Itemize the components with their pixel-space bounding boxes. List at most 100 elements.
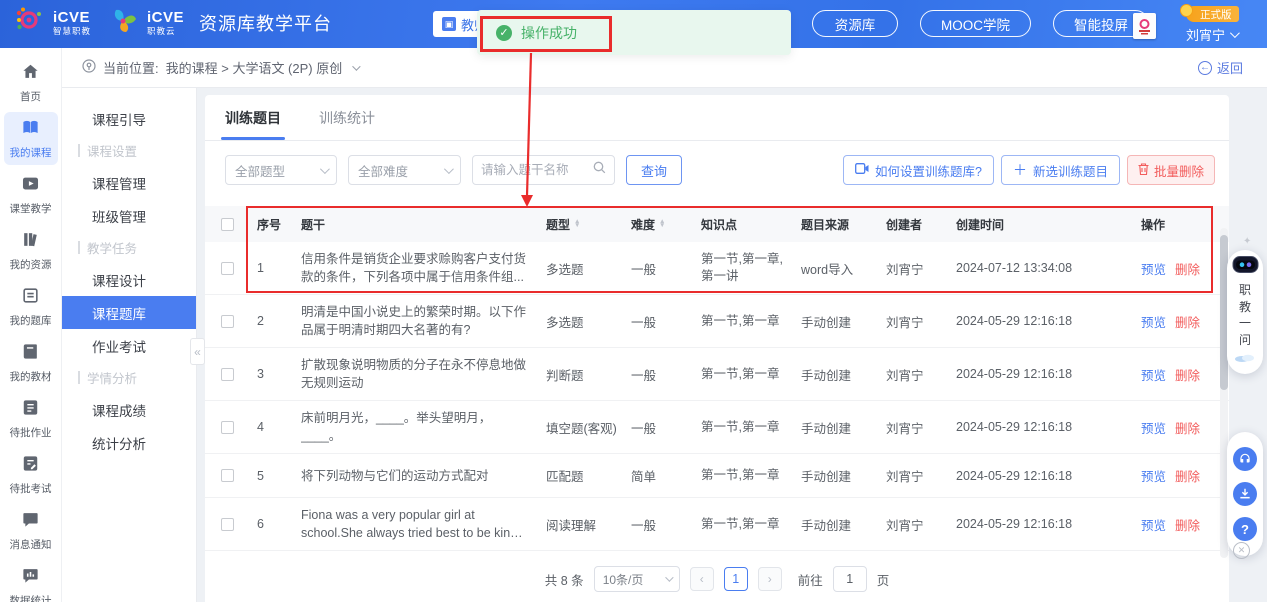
- row-number: 2: [257, 314, 301, 328]
- chevron-down-icon[interactable]: [352, 62, 360, 70]
- rail-item-home[interactable]: 首页: [4, 56, 58, 109]
- difficulty: 一般: [631, 515, 701, 534]
- download-button[interactable]: [1233, 482, 1257, 506]
- sidebar-group-learning-analysis: 学情分析: [62, 362, 196, 393]
- customer-service-button[interactable]: [1233, 447, 1257, 471]
- row-checkbox[interactable]: [221, 315, 234, 328]
- sidebar-collapse-button[interactable]: «: [190, 338, 205, 365]
- tab-training-questions[interactable]: 训练题目: [225, 108, 281, 140]
- close-widgets-icon[interactable]: ✕: [1233, 542, 1250, 559]
- customer-service-icon: [1238, 452, 1252, 466]
- sort-icon[interactable]: ▲▼: [659, 220, 665, 229]
- question-type-select[interactable]: 全部题型: [225, 155, 337, 185]
- sidebar-group-course-settings: 课程设置: [62, 135, 196, 166]
- search-icon[interactable]: [593, 161, 606, 179]
- user-menu[interactable]: 刘宵宁: [1186, 25, 1237, 44]
- sidebar-item-class-management[interactable]: 班级管理: [62, 199, 196, 232]
- table-actions: 如何设置训练题库? ＋ 新选训练题目 批量删除: [843, 155, 1215, 185]
- question-type: 填空题(客观): [546, 418, 631, 437]
- header-nav-resource-library[interactable]: 资源库: [812, 10, 898, 37]
- preview-link[interactable]: 预览: [1141, 369, 1166, 383]
- knowledge-point: 第一节,第一章: [701, 366, 801, 383]
- question-source: 手动创建: [801, 515, 886, 534]
- row-number: 6: [257, 517, 301, 531]
- delete-link[interactable]: 删除: [1175, 369, 1200, 383]
- sort-icon[interactable]: ▲▼: [574, 220, 580, 229]
- trash-icon: [1138, 163, 1149, 178]
- difficulty-select[interactable]: 全部难度: [348, 155, 461, 185]
- sidebar-item-statistical-analysis[interactable]: 统计分析: [62, 426, 196, 459]
- sidebar-item-course-design[interactable]: 课程设计: [62, 263, 196, 296]
- help-icon: ?: [1241, 522, 1249, 537]
- delete-link[interactable]: 删除: [1175, 470, 1200, 484]
- rail-item-my-courses[interactable]: 我的课程: [4, 112, 58, 165]
- question-type: 判断题: [546, 365, 631, 384]
- breadcrumb-prefix: 当前位置:: [103, 58, 159, 77]
- my-question-bank-icon: [21, 286, 40, 310]
- sidebar-item-course-question-bank[interactable]: 课程题库: [62, 296, 196, 329]
- delete-link[interactable]: 删除: [1175, 263, 1200, 277]
- sidebar-item-homework-exams[interactable]: 作业考试: [62, 329, 196, 362]
- row-checkbox[interactable]: [221, 262, 234, 275]
- preview-link[interactable]: 预览: [1141, 470, 1166, 484]
- sidebar-item-course-guide[interactable]: 课程引导: [62, 102, 196, 135]
- row-number: 3: [257, 367, 301, 381]
- tab-training-statistics[interactable]: 训练统计: [319, 108, 375, 140]
- preview-link[interactable]: 预览: [1141, 519, 1166, 533]
- assistant-widget[interactable]: 职教一问: [1227, 250, 1263, 374]
- batch-delete-button[interactable]: 批量删除: [1127, 155, 1215, 185]
- rail-item-pending-exams[interactable]: 待批考试: [4, 448, 58, 501]
- sidebar-item-course-grades[interactable]: 课程成绩: [62, 393, 196, 426]
- rail-item-data-statistics[interactable]: 数据统计: [4, 560, 58, 602]
- row-number: 1: [257, 261, 301, 275]
- rail-item-my-resources[interactable]: 我的资源: [4, 224, 58, 277]
- delete-link[interactable]: 删除: [1175, 316, 1200, 330]
- row-checkbox[interactable]: [221, 421, 234, 434]
- sidebar-item-course-management[interactable]: 课程管理: [62, 166, 196, 199]
- back-button[interactable]: ← 返回: [1198, 58, 1243, 77]
- question-stem: 明清是中国小说史上的繁荣时期。以下作品属于明清时期四大名著的有?: [301, 303, 546, 339]
- next-page-button[interactable]: ›: [758, 567, 782, 591]
- cert-doc-icon[interactable]: [1133, 13, 1156, 39]
- success-toast: ✓ 操作成功: [477, 10, 791, 55]
- stem-search-input[interactable]: [481, 163, 589, 177]
- success-check-icon: ✓: [496, 25, 512, 41]
- column-header-3: 难度▲▼: [631, 216, 701, 233]
- rail-item-classroom-teaching[interactable]: 课堂教学: [4, 168, 58, 221]
- preview-link[interactable]: 预览: [1141, 422, 1166, 436]
- help-button[interactable]: ?: [1233, 517, 1257, 541]
- current-page-button[interactable]: 1: [724, 567, 748, 591]
- page-size-select[interactable]: 10条/页: [594, 566, 680, 592]
- table-row: An Act of Kindness I had nothing for bre…: [205, 551, 1229, 559]
- plus-icon: ＋: [1013, 160, 1027, 180]
- question-stem: 扩散现象说明物质的分子在永不停息地做无规则运动: [301, 356, 546, 392]
- row-checkbox[interactable]: [221, 368, 234, 381]
- prev-page-button[interactable]: ‹: [690, 567, 714, 591]
- preview-link[interactable]: 预览: [1141, 316, 1166, 330]
- goto-page-input[interactable]: [833, 566, 867, 592]
- delete-link[interactable]: 删除: [1175, 422, 1200, 436]
- rail-item-notifications[interactable]: 消息通知: [4, 504, 58, 557]
- question-source: 手动创建: [801, 365, 886, 384]
- rail-item-my-question-bank[interactable]: 我的题库: [4, 280, 58, 333]
- help-setup-button[interactable]: 如何设置训练题库?: [843, 155, 994, 185]
- rail-item-my-textbooks[interactable]: 我的教材: [4, 336, 58, 389]
- chevron-down-icon: [320, 164, 330, 174]
- header-nav-mooc-academy[interactable]: MOOC学院: [920, 10, 1031, 37]
- select-all-checkbox[interactable]: [221, 218, 234, 231]
- breadcrumb-path[interactable]: 我的课程 > 大学语文 (2P) 原创: [166, 58, 343, 77]
- add-training-questions-button[interactable]: ＋ 新选训练题目: [1001, 155, 1120, 185]
- delete-link[interactable]: 删除: [1175, 519, 1200, 533]
- rail-item-pending-homework[interactable]: 待批作业: [4, 392, 58, 445]
- created-time: 2024-07-12 13:34:08: [956, 261, 1141, 275]
- username: 刘宵宁: [1186, 25, 1225, 44]
- question-source: word导入: [801, 259, 886, 278]
- row-checkbox[interactable]: [221, 469, 234, 482]
- preview-link[interactable]: 预览: [1141, 263, 1166, 277]
- column-header-1: 题干: [301, 216, 546, 233]
- creator: 刘宵宁: [886, 515, 956, 534]
- chevron-down-icon: [1230, 28, 1240, 38]
- query-button[interactable]: 查询: [626, 155, 682, 185]
- row-checkbox[interactable]: [221, 518, 234, 531]
- sidebar: 课程引导课程设置课程管理班级管理教学任务课程设计课程题库作业考试学情分析课程成绩…: [62, 88, 197, 602]
